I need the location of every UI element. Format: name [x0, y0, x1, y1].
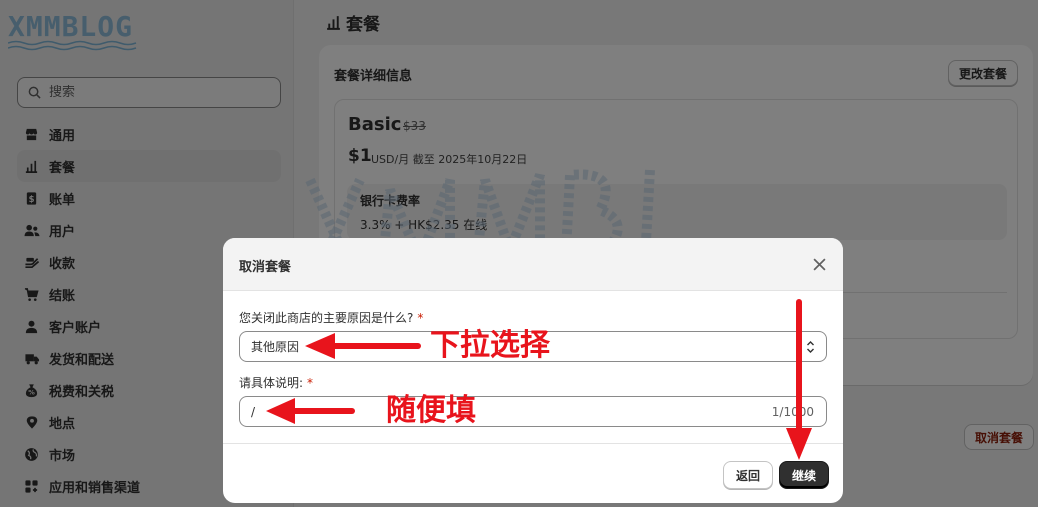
chevron-up-down-icon — [807, 341, 814, 353]
dialog-title: 取消套餐 — [239, 260, 292, 275]
detail-label-text: 请具体说明: — [239, 376, 304, 390]
detail-input-value: / — [251, 404, 256, 419]
continue-button[interactable]: 继续 — [779, 461, 830, 489]
reason-label-text: 您关闭此商店的主要原因是什么? — [239, 311, 414, 325]
annotation-fill-note: 随便填 — [386, 393, 476, 428]
back-button[interactable]: 返回 — [723, 461, 774, 489]
close-icon[interactable] — [809, 254, 829, 274]
reason-select-value: 其他原因 — [251, 340, 300, 354]
cancel-plan-dialog: 取消套餐 您关闭此商店的主要原因是什么? * 其他原因 请具体说明: * / 1/1… — [223, 238, 843, 503]
dialog-header: 取消套餐 — [223, 238, 843, 291]
reason-label: 您关闭此商店的主要原因是什么? * — [239, 309, 423, 326]
detail-label: 请具体说明: * — [239, 374, 313, 391]
detail-input[interactable]: / 1/1000 — [239, 396, 827, 427]
required-mark: * — [307, 376, 314, 390]
required-mark: * — [417, 311, 424, 325]
character-counter: 1/1000 — [771, 405, 814, 419]
annotation-dropdown-note: 下拉选择 — [430, 328, 550, 363]
dialog-footer: 返回 继续 — [223, 443, 843, 503]
